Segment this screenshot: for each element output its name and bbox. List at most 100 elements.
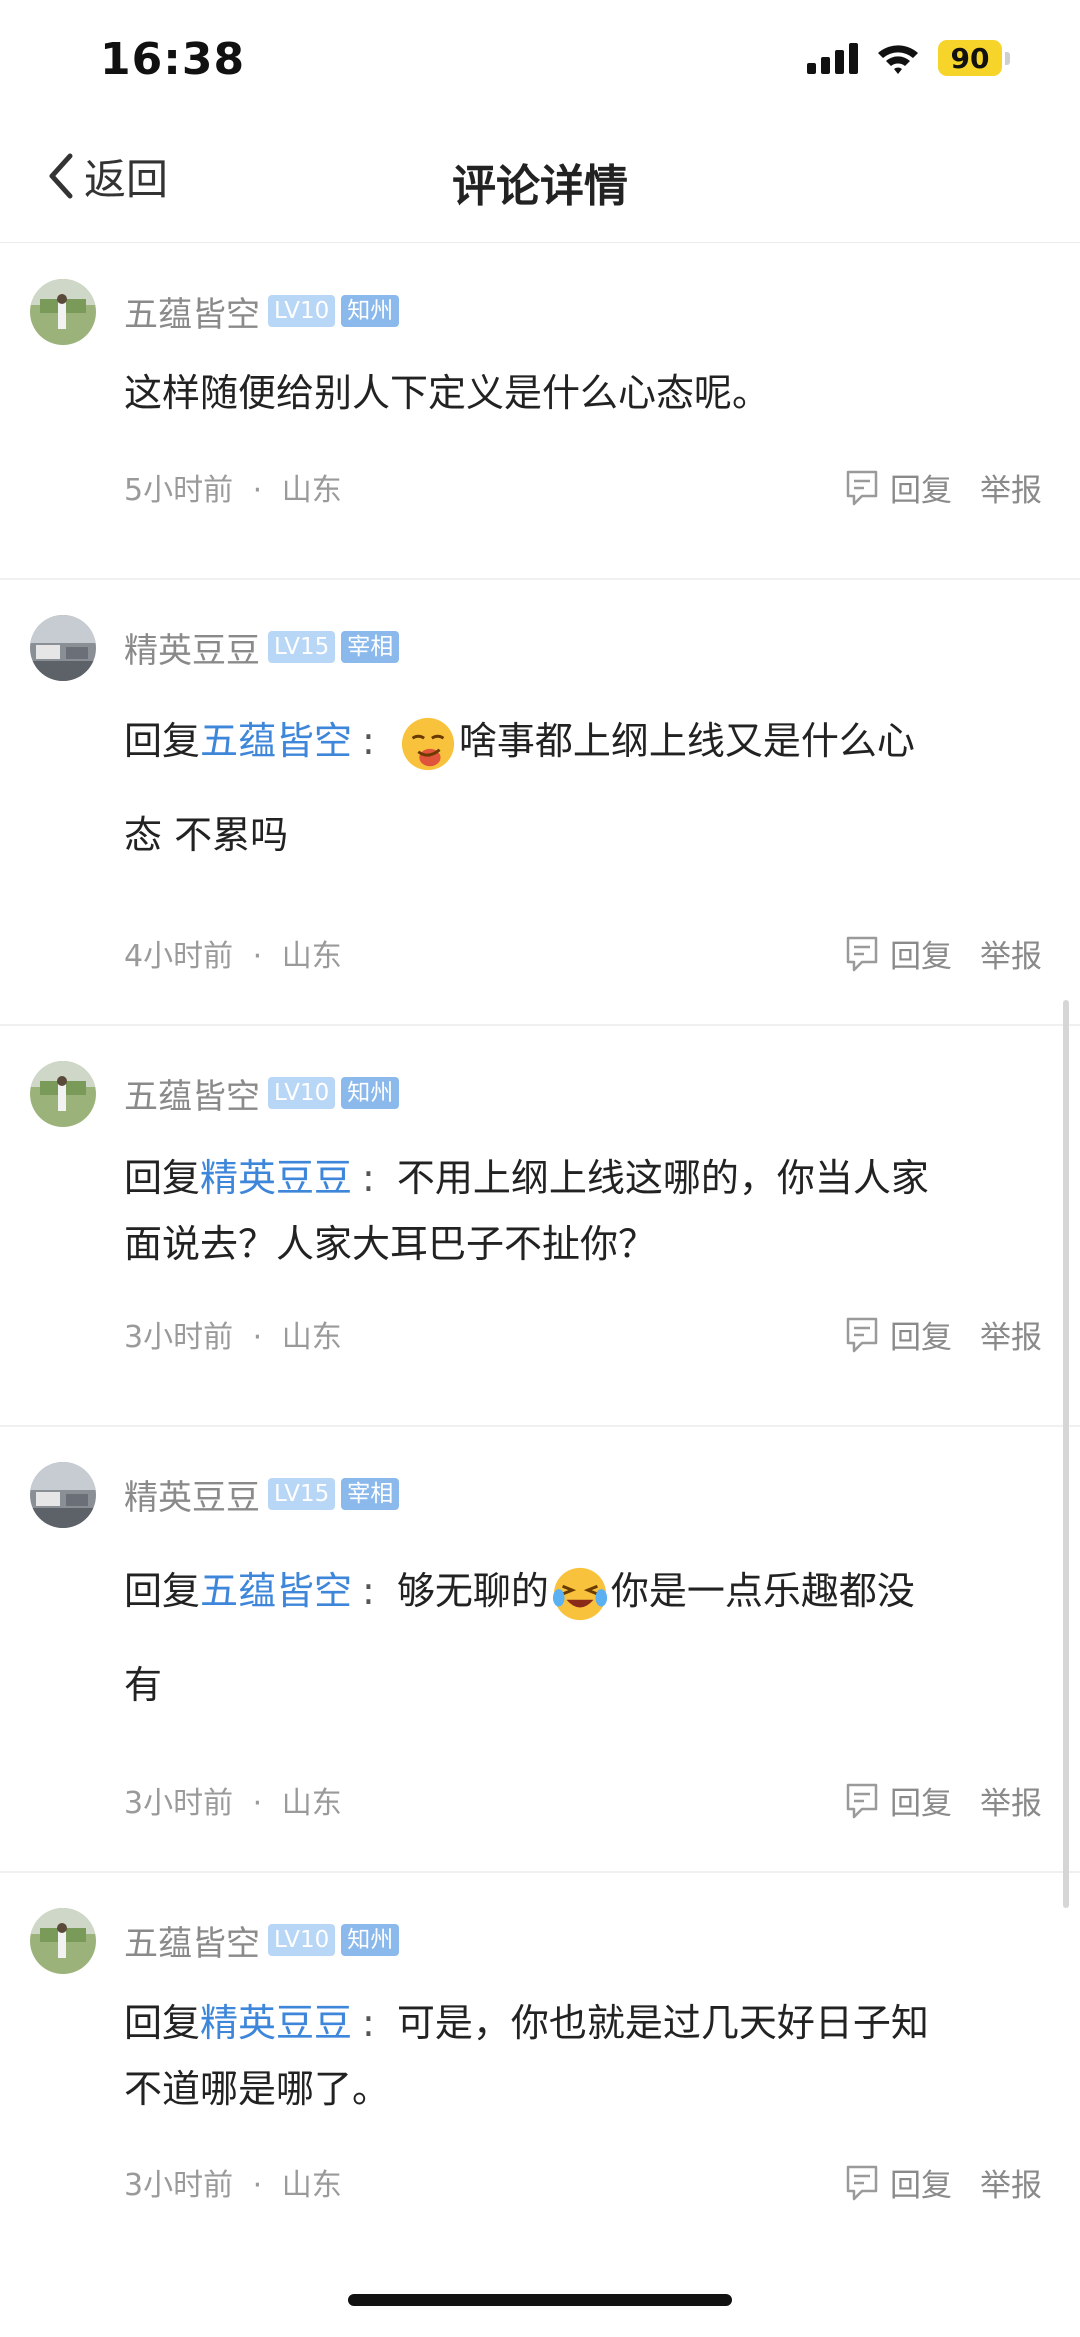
comment-time: 3小时前 bbox=[124, 1320, 234, 1355]
wifi-icon bbox=[878, 45, 918, 74]
comment-body: 不用上纲上线这哪的，你当人家 bbox=[396, 1156, 929, 1200]
reply-target-link[interactable]: 五蕴皆空 bbox=[200, 719, 352, 763]
reply-button[interactable]: 回复 bbox=[844, 2160, 952, 2205]
rank-badge: 知州 bbox=[341, 1077, 400, 1109]
comment-text: 回复精英豆豆: 可是，你也就是过几天好日子知 不道哪是哪了。 bbox=[124, 2001, 929, 2111]
reply-prefix: 回复 bbox=[124, 2001, 201, 2045]
comment-body: 够无聊的 bbox=[396, 1569, 549, 1613]
status-icons: 90 bbox=[807, 40, 1010, 76]
comment-location: 山东 bbox=[281, 1320, 342, 1355]
laughing-crying-face-emoji bbox=[552, 1567, 607, 1620]
report-button[interactable]: 举报 bbox=[980, 465, 1042, 510]
reply-prefix: 回复 bbox=[124, 719, 201, 763]
battery-icon: 90 bbox=[938, 40, 1010, 76]
comment-item: 五蕴皆空 LV10 知州 回复精英豆豆: 不用上纲上线这哪的，你当人家 面说去？人家… bbox=[0, 1025, 1080, 1427]
comment-meta: 3小时前 · 山东 bbox=[124, 1312, 342, 1356]
comment-time: 4小时前 bbox=[124, 939, 234, 974]
reply-label: 回复 bbox=[890, 2168, 952, 2204]
report-button[interactable]: 举报 bbox=[980, 2160, 1042, 2205]
comment-actions: 回复 举报 bbox=[844, 465, 1042, 510]
page-title: 评论详情 bbox=[452, 161, 628, 212]
avatar[interactable] bbox=[30, 1908, 96, 1974]
reply-prefix: 回复 bbox=[124, 1156, 201, 1200]
meta-separator: · bbox=[252, 939, 263, 974]
battery-level: 90 bbox=[938, 40, 1002, 76]
level-badge: LV10 bbox=[268, 295, 336, 327]
comment-body: 啥事都上纲上线又是什么心 bbox=[458, 719, 915, 763]
comment-text: 这样随便给别人下定义是什么心态呢。 bbox=[124, 368, 1020, 418]
reply-label: 回复 bbox=[890, 1786, 952, 1822]
report-button[interactable]: 举报 bbox=[980, 1312, 1042, 1357]
user-info: 精英豆豆 LV15 宰相 bbox=[124, 1474, 400, 1518]
comment-body-line2: 有 bbox=[124, 1663, 163, 1707]
meta-separator: · bbox=[252, 473, 263, 508]
comment-body-line2: 态 不累吗 bbox=[124, 813, 289, 857]
comment-location: 山东 bbox=[281, 1786, 342, 1821]
reply-target-link[interactable]: 五蕴皆空 bbox=[200, 1569, 352, 1613]
comment-time: 5小时前 bbox=[124, 473, 234, 508]
comment-actions: 回复 举报 bbox=[844, 1312, 1042, 1357]
meta-separator: · bbox=[252, 1320, 263, 1355]
comment-location: 山东 bbox=[281, 939, 342, 974]
meta-separator: · bbox=[252, 2168, 263, 2203]
reply-button[interactable]: 回复 bbox=[844, 1312, 952, 1357]
user-info: 五蕴皆空 LV10 知州 bbox=[124, 1073, 400, 1117]
reply-button[interactable]: 回复 bbox=[844, 465, 952, 510]
comment-body: 这样随便给别人下定义是什么心态呢。 bbox=[124, 371, 771, 415]
comment-body: 可是，你也就是过几天好日子知 bbox=[396, 2001, 929, 2045]
comment-meta: 5小时前 · 山东 bbox=[124, 465, 342, 509]
avatar[interactable] bbox=[30, 279, 96, 345]
username[interactable]: 精英豆豆 bbox=[124, 623, 260, 672]
scrollbar[interactable] bbox=[1063, 1000, 1069, 1908]
avatar[interactable] bbox=[30, 1462, 96, 1528]
level-badge: LV15 bbox=[268, 631, 336, 663]
comment-bubble-icon bbox=[846, 1317, 878, 1352]
rank-badge: 宰相 bbox=[341, 631, 400, 663]
comment-location: 山东 bbox=[281, 473, 342, 508]
nav-bar: 返回 评论详情 bbox=[0, 120, 1080, 243]
avatar[interactable] bbox=[30, 1061, 96, 1127]
username[interactable]: 五蕴皆空 bbox=[124, 1069, 260, 1118]
user-info: 五蕴皆空 LV10 知州 bbox=[124, 291, 400, 335]
reply-label: 回复 bbox=[890, 473, 952, 509]
rank-badge: 知州 bbox=[341, 295, 400, 327]
level-badge: LV10 bbox=[268, 1077, 336, 1109]
home-indicator[interactable] bbox=[348, 2294, 732, 2306]
comment-body-after-emoji: 你是一点乐趣都没 bbox=[610, 1569, 915, 1613]
level-badge: LV15 bbox=[268, 1478, 336, 1510]
reply-label: 回复 bbox=[890, 939, 952, 975]
reply-button[interactable]: 回复 bbox=[844, 931, 952, 976]
comment-bubble-icon bbox=[846, 1783, 878, 1818]
comment-item: 五蕴皆空 LV10 知州 这样随便给别人下定义是什么心态呢。 5小时前 · 山东… bbox=[0, 243, 1080, 580]
comment-actions: 回复 举报 bbox=[844, 931, 1042, 976]
comment-meta: 3小时前 · 山东 bbox=[124, 1778, 342, 1822]
comment-time: 3小时前 bbox=[124, 1786, 234, 1821]
report-button[interactable]: 举报 bbox=[980, 931, 1042, 976]
comment-actions: 回复 举报 bbox=[844, 1778, 1042, 1823]
comment-bubble-icon bbox=[846, 936, 878, 971]
comment-text: 回复精英豆豆: 不用上纲上线这哪的，你当人家 面说去？人家大耳巴子不扯你？ bbox=[124, 1156, 929, 1266]
comment-body-line2: 面说去？人家大耳巴子不扯你？ bbox=[124, 1222, 657, 1266]
username[interactable]: 五蕴皆空 bbox=[124, 1916, 260, 1965]
reply-prefix: 回复 bbox=[124, 1569, 201, 1613]
rank-badge: 知州 bbox=[341, 1924, 400, 1956]
username[interactable]: 五蕴皆空 bbox=[124, 287, 260, 336]
comment-location: 山东 bbox=[281, 2168, 342, 2203]
rank-badge: 宰相 bbox=[341, 1478, 400, 1510]
avatar[interactable] bbox=[30, 615, 96, 681]
status-bar: 16:38 90 bbox=[0, 0, 1080, 120]
reply-button[interactable]: 回复 bbox=[844, 1778, 952, 1823]
user-info: 精英豆豆 LV15 宰相 bbox=[124, 627, 400, 671]
comment-bubble-icon bbox=[846, 470, 878, 505]
report-button[interactable]: 举报 bbox=[980, 1778, 1042, 1823]
level-badge: LV10 bbox=[268, 1924, 336, 1956]
username[interactable]: 精英豆豆 bbox=[124, 1470, 260, 1519]
reply-target-link[interactable]: 精英豆豆 bbox=[200, 1156, 352, 1200]
comment-actions: 回复 举报 bbox=[844, 2160, 1042, 2205]
comment-text: 回复五蕴皆空: 啥事都上纲上线又是什么心态 不累吗 bbox=[124, 694, 1020, 882]
reply-target-link[interactable]: 精英豆豆 bbox=[200, 2001, 352, 2045]
comment-bubble-icon bbox=[846, 2165, 878, 2200]
reply-label: 回复 bbox=[890, 1320, 952, 1356]
comment-meta: 3小时前 · 山东 bbox=[124, 2160, 342, 2204]
cellular-signal-icon bbox=[807, 42, 858, 74]
